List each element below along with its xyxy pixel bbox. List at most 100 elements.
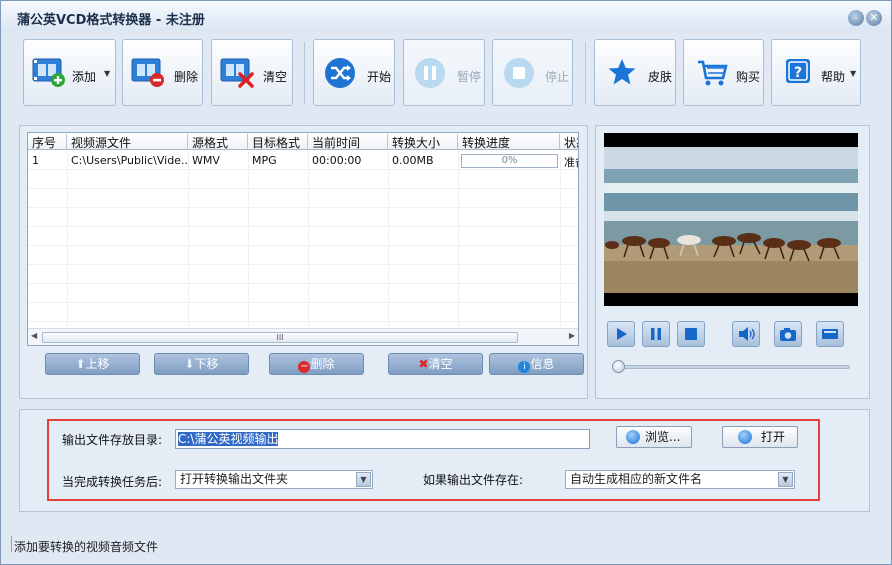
add-button[interactable]: 添加 ▼: [23, 39, 116, 106]
grid-line: [28, 283, 578, 284]
browse-button[interactable]: 浏览...: [616, 426, 692, 448]
seek-slider[interactable]: [612, 365, 850, 369]
file-table-header: 序号 视频源文件 源格式 目标格式 当前时间 转换大小 转换进度 状态: [28, 133, 578, 150]
pause-icon: [415, 58, 445, 88]
cell-source-format: WMV: [192, 154, 220, 167]
cell-current-time: 00:00:00: [312, 154, 362, 167]
list-clear-label: 清空: [428, 357, 453, 371]
browse-icon: [626, 430, 640, 444]
column-header-current-time[interactable]: 当前时间: [308, 134, 388, 149]
grid-line: [28, 245, 578, 246]
column-header-source-format[interactable]: 源格式: [188, 134, 248, 149]
chevron-down-icon[interactable]: ▼: [778, 472, 793, 487]
scroll-left-icon[interactable]: ◀: [31, 331, 37, 340]
start-button-label: 开始: [367, 70, 392, 84]
close-button[interactable]: ✕: [866, 10, 882, 26]
buy-button-label: 购买: [736, 70, 761, 84]
star-icon: [608, 59, 636, 85]
toolbar: 添加 ▼ 删除 清空 开始 暂停 停止 皮肤 购买 ? 帮助 ▼: [13, 34, 879, 115]
video-preview: [604, 133, 858, 306]
grid-line: [28, 264, 578, 265]
grid-line: [28, 169, 578, 170]
film-add-icon: [32, 58, 65, 87]
volume-icon: [739, 327, 755, 341]
after-complete-value: 打开转换输出文件夹: [180, 472, 289, 486]
column-header-size[interactable]: 转换大小: [388, 134, 458, 149]
start-button[interactable]: 开始: [313, 39, 395, 106]
info-icon: i: [518, 361, 531, 373]
list-delete-label: 删除: [310, 357, 335, 371]
svg-text:?: ?: [794, 65, 802, 81]
scroll-right-icon[interactable]: ▶: [569, 331, 575, 340]
window-title: 蒲公英VCD格式转换器 - 未注册: [17, 13, 205, 28]
column-header-target-format[interactable]: 目标格式: [248, 134, 308, 149]
grid-line: [28, 302, 578, 303]
scroll-thumb[interactable]: III: [42, 332, 518, 343]
skin-button[interactable]: 皮肤: [594, 39, 676, 106]
clear-x-icon: ✖: [418, 357, 429, 371]
column-header-progress[interactable]: 转换进度: [458, 134, 560, 149]
output-dir-value: C:\蒲公英视频输出: [178, 432, 279, 446]
player-stop-button[interactable]: [677, 321, 705, 347]
delete-button[interactable]: 删除: [122, 39, 203, 106]
stop-button[interactable]: 停止: [492, 39, 573, 106]
cart-icon: [698, 60, 728, 86]
after-complete-label: 当完成转换任务后:: [62, 475, 163, 489]
after-complete-select[interactable]: 打开转换输出文件夹 ▼: [175, 470, 373, 489]
output-dir-input[interactable]: C:\蒲公英视频输出: [175, 429, 590, 449]
main-window: 蒲公英VCD格式转换器 - 未注册 – ✕ 添加 ▼ 删除 清空 开始 暂停 停…: [0, 0, 892, 565]
chevron-down-icon[interactable]: ▼: [104, 69, 110, 78]
minimize-button[interactable]: –: [848, 10, 864, 26]
move-up-button[interactable]: ⬆上移: [45, 353, 140, 375]
skin-button-label: 皮肤: [648, 70, 673, 84]
move-down-button[interactable]: ⬇下移: [154, 353, 249, 375]
file-table[interactable]: 序号 视频源文件 源格式 目标格式 当前时间 转换大小 转换进度 状态 1 C:…: [27, 132, 579, 346]
chevron-down-icon[interactable]: ▼: [850, 69, 856, 78]
list-delete-button[interactable]: − 删除: [269, 353, 364, 375]
open-button[interactable]: 打开: [722, 426, 798, 448]
help-icon: ?: [786, 59, 810, 83]
move-up-label: 上移: [85, 357, 110, 371]
cell-status: 准备: [564, 156, 578, 169]
column-header-source[interactable]: 视频源文件: [67, 134, 188, 149]
list-clear-button[interactable]: ✖清空: [388, 353, 483, 375]
pause-button[interactable]: 暂停: [403, 39, 485, 106]
player-pause-button[interactable]: [642, 321, 670, 347]
delete-button-label: 删除: [174, 70, 199, 84]
status-bar-divider: [11, 536, 12, 552]
cell-index: 1: [32, 154, 39, 167]
info-button[interactable]: i 信息: [489, 353, 584, 375]
chevron-down-icon[interactable]: ▼: [356, 472, 371, 487]
title-bar[interactable]: 蒲公英VCD格式转换器 - 未注册 – ✕: [1, 1, 891, 31]
grid-line: [28, 321, 578, 322]
column-header-index[interactable]: 序号: [28, 134, 67, 149]
stop-icon: [685, 328, 697, 340]
pause-icon: [651, 328, 661, 340]
browse-label: 浏览...: [645, 430, 681, 444]
cell-target-format: MPG: [252, 154, 277, 167]
volume-button[interactable]: [732, 321, 760, 347]
buy-button[interactable]: 购买: [683, 39, 764, 106]
grid-line: [28, 226, 578, 227]
help-button[interactable]: ? 帮助 ▼: [771, 39, 861, 106]
progress-bar: 0%: [461, 154, 558, 168]
remove-icon: −: [298, 361, 311, 373]
file-exists-select[interactable]: 自动生成相应的新文件名 ▼: [565, 470, 795, 489]
toolbar-separator: [585, 42, 586, 104]
toolbar-separator: [304, 42, 305, 104]
file-exists-label: 如果输出文件存在:: [423, 473, 524, 487]
grid-line: [28, 207, 578, 208]
fullscreen-button[interactable]: [816, 321, 844, 347]
pause-button-label: 暂停: [457, 70, 482, 84]
clear-button[interactable]: 清空: [211, 39, 293, 106]
seek-slider-knob[interactable]: [612, 360, 625, 373]
column-header-status[interactable]: 状态: [560, 134, 578, 149]
arrow-down-icon: ⬇: [184, 357, 195, 371]
stop-button-label: 停止: [545, 70, 570, 84]
open-label: 打开: [761, 430, 786, 444]
move-down-label: 下移: [194, 357, 219, 371]
play-button[interactable]: [607, 321, 635, 347]
snapshot-button[interactable]: [774, 321, 802, 347]
cell-size: 0.00MB: [392, 154, 434, 167]
horizontal-scrollbar[interactable]: ◀ III ▶: [28, 328, 578, 345]
